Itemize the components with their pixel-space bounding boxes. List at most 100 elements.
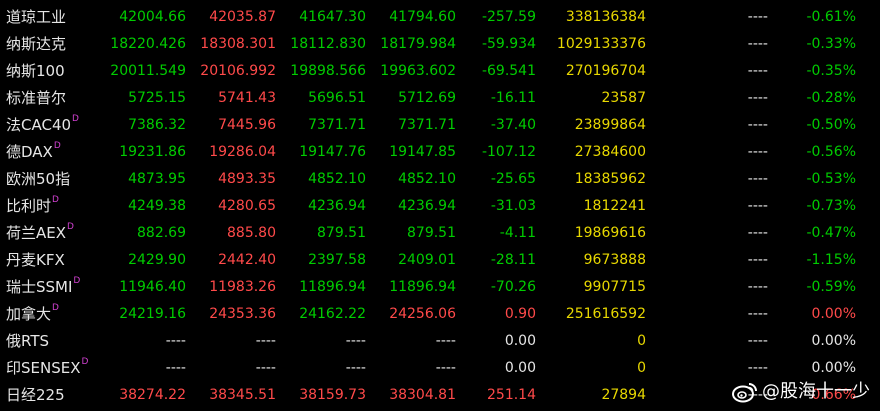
high-price-cell: 38345.51 [209,387,276,403]
last-price-cell: 882.69 [137,225,186,241]
change-cell: -59.934 [481,36,536,52]
change-cell: -16.11 [490,90,536,106]
low-price-cell: 879.51 [317,225,366,241]
index-name: 俄RTS [6,328,49,355]
delayed-marker: D [52,195,59,205]
volume-cell: 9907715 [583,279,646,295]
high-price-cell: 5741.43 [218,90,276,106]
change-cell: -4.11 [499,225,536,241]
placeholder-value-cell: ---- [747,279,768,295]
delayed-marker: D [81,357,89,367]
last-price-cell: 11946.40 [119,279,186,295]
placeholder-value-cell: ---- [747,63,768,79]
prev-value-cell: 11896.94 [389,279,456,295]
table-row[interactable]: 德DAXD 19231.86 19286.04 19147.76 19147.85 -10… [0,139,880,166]
index-name-text: 标准普尔 [6,89,67,107]
weibo-icon [732,381,758,403]
table-row[interactable]: 法CAC40D 7386.32 7445.96 7371.71 7371.71 -37.4… [0,112,880,139]
placeholder-value-cell: ---- [747,198,768,214]
index-name-text: 加拿大 [6,305,52,323]
index-name: 瑞士SSMID [6,274,80,301]
last-price-cell: 4873.95 [128,171,186,187]
high-price-cell: 11983.26 [209,279,276,295]
index-name-text: 纳斯100 [6,62,65,80]
index-name-text: 印SENSEX [6,359,81,377]
index-name-text: 道琼工业 [6,8,67,26]
high-price-cell: 42035.87 [209,9,276,25]
last-price-cell: 18220.426 [110,36,186,52]
change-percent-cell: -0.50% [806,117,856,133]
index-name-text: 德DAX [6,143,53,161]
table-row[interactable]: 道琼工业 42004.66 42035.87 41647.30 41794.60 -257… [0,4,880,31]
placeholder-value-cell: ---- [747,171,768,187]
low-price-cell: 19898.566 [290,63,366,79]
index-name: 荷兰AEXD [6,220,74,247]
change-cell: -31.03 [490,198,536,214]
index-name-text: 日经225 [6,386,65,404]
placeholder-value-cell: ---- [747,333,768,349]
last-price-cell: 20011.549 [110,63,186,79]
index-name: 日经225 [6,382,65,409]
last-price-cell: ---- [165,360,186,376]
volume-cell: 251616592 [565,306,646,322]
high-price-cell: 20106.992 [200,63,276,79]
low-price-cell: 4236.94 [308,198,366,214]
volume-cell: 338136384 [565,9,646,25]
low-price-cell: 19147.76 [299,144,366,160]
table-row[interactable]: 瑞士SSMID 11946.40 11983.26 11896.94 11896.94 -… [0,274,880,301]
index-name: 加拿大D [6,301,59,328]
low-price-cell: 38159.73 [299,387,366,403]
high-price-cell: 885.80 [227,225,276,241]
index-name-text: 比利时 [6,197,52,215]
last-price-cell: 42004.66 [119,9,186,25]
prev-value-cell: 18179.984 [380,36,456,52]
table-row[interactable]: 比利时D 4249.38 4280.65 4236.94 4236.94 -31.03 18… [0,193,880,220]
delayed-marker: D [53,141,61,151]
index-name: 标准普尔 [6,85,66,112]
table-row[interactable]: 俄RTS ---- ---- ---- ---- 0.00 0 ---- 0.00% [0,328,880,355]
table-row[interactable]: 纳斯100 20011.549 20106.992 19898.566 19963.60… [0,58,880,85]
index-name: 德DAXD [6,139,61,166]
volume-cell: 0 [637,333,646,349]
table-row[interactable]: 丹麦KFX 2429.90 2442.40 2397.58 2409.01 -28.11 9… [0,247,880,274]
placeholder-value-cell: ---- [747,36,768,52]
index-name-text: 瑞士SSMI [6,278,73,296]
change-cell: 0.90 [504,306,536,322]
low-price-cell: 11896.94 [299,279,366,295]
prev-value-cell: 5712.69 [398,90,456,106]
last-price-cell: ---- [165,333,186,349]
high-price-cell: ---- [255,333,276,349]
low-price-cell: 24162.22 [299,306,366,322]
prev-value-cell: 24256.06 [389,306,456,322]
table-row[interactable]: 欧洲50指 4873.95 4893.35 4852.10 4852.10 -25.65 1… [0,166,880,193]
high-price-cell: ---- [255,360,276,376]
change-percent-cell: -0.28% [806,90,856,106]
change-percent-cell: -0.47% [806,225,856,241]
index-name: 法CAC40D [6,112,79,139]
prev-value-cell: 38304.81 [389,387,456,403]
delayed-marker: D [72,114,79,124]
volume-cell: 19869616 [574,225,646,241]
table-row[interactable]: 荷兰AEXD 882.69 885.80 879.51 879.51 -4.11 19869… [0,220,880,247]
index-name: 比利时D [6,193,59,220]
change-cell: -69.541 [481,63,536,79]
high-price-cell: 4280.65 [218,198,276,214]
change-percent-cell: -0.53% [806,171,856,187]
prev-value-cell: 4852.10 [398,171,456,187]
low-price-cell: 2397.58 [308,252,366,268]
change-percent-cell: -1.15% [806,252,856,268]
low-price-cell: 41647.30 [299,9,366,25]
index-name: 纳斯100 [6,58,65,85]
change-cell: -70.26 [490,279,536,295]
low-price-cell: ---- [345,360,366,376]
placeholder-value-cell: ---- [747,225,768,241]
table-row[interactable]: 纳斯达克 18220.426 18308.301 18112.830 18179.984… [0,31,880,58]
table-row[interactable]: 加拿大D 24219.16 24353.36 24162.22 24256.06 0.90… [0,301,880,328]
volume-cell: 1812241 [583,198,646,214]
prev-value-cell: 879.51 [407,225,456,241]
low-price-cell: ---- [345,333,366,349]
table-row[interactable]: 标准普尔 5725.15 5741.43 5696.51 5712.69 -16.11 23… [0,85,880,112]
change-percent-cell: 0.00% [811,333,856,349]
last-price-cell: 19231.86 [119,144,186,160]
change-cell: 251.14 [487,387,536,403]
